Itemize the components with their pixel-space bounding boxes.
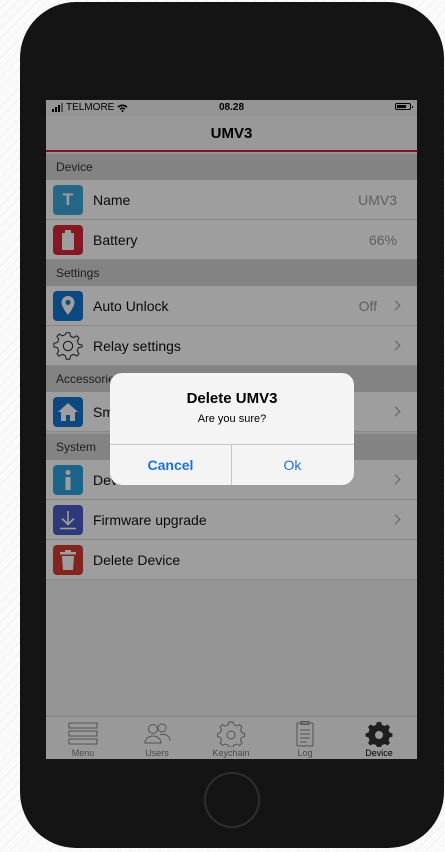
cancel-button[interactable]: Cancel: [110, 445, 231, 485]
ok-button[interactable]: Ok: [232, 445, 353, 485]
alert-title: Delete UMV3: [186, 390, 278, 407]
alert-message: Are you sure?: [197, 413, 267, 425]
delete-alert-dialog: Delete UMV3 Are you sure? Cancel Ok: [110, 373, 354, 485]
app-screen: TELMORE 08.28 UMV3 Device T Name UMV3 Ba…: [46, 100, 417, 759]
home-button[interactable]: [204, 772, 260, 828]
